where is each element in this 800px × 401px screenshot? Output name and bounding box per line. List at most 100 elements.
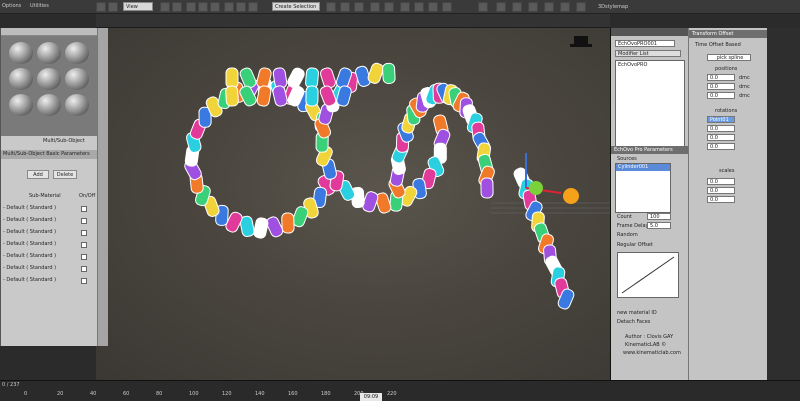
schematic-icon[interactable] [384,2,394,12]
rotate-icon[interactable] [198,2,208,12]
submaterial-row[interactable]: - Default ( Standard ) [1,240,97,249]
frame-delay-input[interactable]: 5.0 [647,222,671,229]
render-frame-icon[interactable] [428,2,438,12]
transform-offset-title[interactable]: Transform Offset [689,30,767,38]
multisub-rollout-title[interactable]: Multi/Sub-Object Basic Parameters [1,150,97,159]
stack-item[interactable]: EchOvoPRO [618,62,647,68]
submaterial-row[interactable]: - Default ( Standard ) [1,216,97,225]
count-label: Count [617,214,632,220]
submaterial-row[interactable]: - Default ( Standard ) [1,276,97,285]
layer-icon[interactable] [354,2,364,12]
tool5-icon[interactable] [544,2,554,12]
source-item[interactable]: Cylinder001 [616,164,670,171]
submaterial-name[interactable]: - Default ( Standard ) [3,277,56,283]
render-setup-icon[interactable] [414,2,424,12]
material-slot-7[interactable] [9,94,33,116]
tool6-icon[interactable] [560,2,570,12]
tab-3dstylemap[interactable]: 3Dstylemap [598,4,628,10]
right-scroll-strip[interactable] [767,28,800,380]
pick-spline-button[interactable]: pick spline [707,54,751,61]
undo-icon[interactable] [96,2,106,12]
submaterial-onoff-checkbox[interactable] [81,230,87,236]
menu-options[interactable]: Options [2,3,21,9]
rot-x-input[interactable]: 0.0 [707,125,735,132]
scale-z-input[interactable]: 0.0 [707,196,735,203]
delete-button[interactable]: Delete [53,170,77,179]
selection-set-dropdown[interactable]: Create Selection Se [272,2,320,19]
offset-curve-graph[interactable] [617,252,679,298]
sources-list[interactable]: Cylinder001 [615,163,671,213]
material-slot-3[interactable] [65,42,89,64]
submaterial-name[interactable]: - Default ( Standard ) [3,229,56,235]
render-icon[interactable] [442,2,452,12]
material-slot-1[interactable] [9,42,33,64]
view-dropdown[interactable]: View [123,2,153,11]
material-slot-2[interactable] [37,42,61,64]
tool3-icon[interactable] [512,2,522,12]
submaterial-row[interactable]: - Default ( Standard ) [1,252,97,261]
count-input[interactable]: 100 [647,213,671,220]
rotations-label: rotations [715,108,738,114]
select-region-icon[interactable] [172,2,182,12]
select-icon[interactable] [160,2,170,12]
rot-y-input[interactable]: 0.0 [707,134,735,141]
params-rollout-title[interactable]: EchOvo Pro Parameters [611,146,688,154]
pos-z-input[interactable]: 0.0 [707,92,735,99]
rot-z-input[interactable]: 0.0 [707,143,735,150]
scale-x-input[interactable]: 0.0 [707,178,735,185]
modifier-list-dropdown[interactable]: Modifier List [615,50,681,57]
cylinder-object [367,62,384,84]
pos-x-input[interactable]: 0.0 [707,74,735,81]
redo-icon[interactable] [108,2,118,12]
perspective-viewport[interactable]: Multi/Sub-Object Multi/Sub-Object Basic … [0,28,610,380]
submaterial-name[interactable]: - Default ( Standard ) [3,253,56,259]
tool-icon[interactable] [478,2,488,12]
timeline[interactable]: 0 / 237 0 20 40 60 80 100 120 140 160 180 200 220 0… [0,380,800,401]
command-tabs[interactable] [611,28,688,36]
submaterial-onoff-checkbox[interactable] [81,266,87,272]
regular-offset-checkbox[interactable]: Regular Offset [617,242,653,248]
add-button[interactable]: Add [27,170,49,179]
time-offset-checkbox[interactable]: Time Offset Based [695,42,741,48]
material-slot-6[interactable] [65,68,89,90]
submaterial-name[interactable]: - Default ( Standard ) [3,217,56,223]
snap-icon[interactable] [224,2,234,12]
material-slot-8[interactable] [37,94,61,116]
pos-y-input[interactable]: 0.0 [707,83,735,90]
angle-snap-icon[interactable] [236,2,246,12]
scale-icon[interactable] [210,2,220,12]
material-editor-scrollbar[interactable] [97,28,108,346]
submaterial-row[interactable]: - Default ( Standard ) [1,264,97,273]
modifier-stack[interactable]: EchOvoPRO [615,60,685,150]
material-slot-9[interactable] [65,94,89,116]
detach-faces-checkbox[interactable]: Detach Faces [617,319,650,325]
submaterial-onoff-checkbox[interactable] [81,254,87,260]
submaterial-onoff-checkbox[interactable] [81,278,87,284]
material-editor-icon[interactable] [400,2,410,12]
submaterial-onoff-checkbox[interactable] [81,206,87,212]
tool7-icon[interactable] [576,2,586,12]
tool2-icon[interactable] [496,2,506,12]
random-checkbox[interactable]: Random [617,232,638,238]
material-type-label[interactable]: Multi/Sub-Object [43,138,85,144]
mirror-icon[interactable] [326,2,336,12]
curve-editor-icon[interactable] [370,2,380,12]
submaterial-name[interactable]: - Default ( Standard ) [3,265,56,271]
submaterial-name[interactable]: - Default ( Standard ) [3,241,56,247]
object-name-field[interactable]: EchOvoPRO001 [615,40,675,47]
move-icon[interactable] [186,2,196,12]
material-slot-4[interactable] [9,68,33,90]
scale-y-input[interactable]: 0.0 [707,187,735,194]
submaterial-name[interactable]: - Default ( Standard ) [3,205,56,211]
align-icon[interactable] [340,2,350,12]
submaterial-onoff-checkbox[interactable] [81,218,87,224]
material-slot-5[interactable] [37,68,61,90]
menu-utilities[interactable]: Utilities [30,3,49,9]
submaterial-row[interactable]: - Default ( Standard ) [1,204,97,213]
rotation-point-button[interactable]: Point01 [707,116,735,123]
percent-snap-icon[interactable] [248,2,258,12]
submaterial-row[interactable]: - Default ( Standard ) [1,228,97,237]
tool4-icon[interactable] [528,2,538,12]
submaterial-onoff-checkbox[interactable] [81,242,87,248]
new-material-checkbox[interactable]: new material ID [617,310,657,316]
